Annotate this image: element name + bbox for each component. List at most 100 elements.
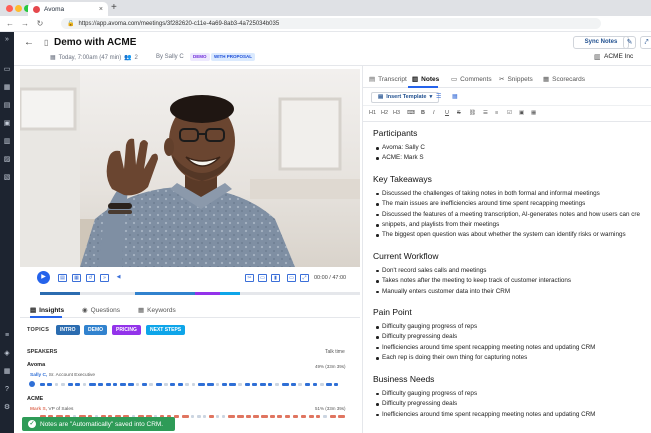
speed-icon[interactable]: » bbox=[100, 274, 109, 282]
back-nav-icon[interactable]: ← bbox=[6, 19, 14, 28]
back-arrow-icon[interactable]: ← bbox=[24, 37, 34, 48]
new-tab-icon[interactable]: + bbox=[111, 2, 117, 14]
with-proposal-badge[interactable]: WITH PROPOSAL bbox=[211, 53, 255, 61]
note-list-icon[interactable]: ☰ bbox=[436, 93, 441, 100]
close-tab-icon[interactable]: × bbox=[99, 6, 103, 13]
company-name[interactable]: ACME Inc bbox=[604, 53, 633, 60]
inbox-icon[interactable]: ▣ bbox=[3, 120, 11, 128]
browser-tab-bar: Avoma × + bbox=[0, 0, 651, 16]
notes-icon[interactable]: ▤ bbox=[3, 102, 11, 110]
notes-bullet-item: Discussed the challenges of taking notes… bbox=[373, 189, 651, 199]
notes-section-heading: Key Takeaways bbox=[373, 173, 432, 184]
talk-segment bbox=[228, 415, 235, 418]
bullet-list-icon[interactable]: ☰ bbox=[483, 110, 488, 116]
talk-segment bbox=[301, 415, 306, 418]
speaker-acme-role: VP of Sales bbox=[48, 407, 74, 412]
settings-gear-icon[interactable]: ⚙ bbox=[3, 404, 11, 412]
fullscreen-icon[interactable]: ⤢ bbox=[300, 274, 309, 282]
help-icon[interactable]: ? bbox=[3, 386, 11, 394]
play-icon[interactable]: ▶ bbox=[37, 271, 50, 284]
talk-segment bbox=[229, 383, 236, 386]
talk-segment bbox=[313, 383, 317, 386]
forward-nav-icon[interactable]: → bbox=[21, 19, 29, 28]
close-window-button[interactable] bbox=[6, 5, 13, 12]
share-link-icon[interactable]: ⤤ bbox=[640, 36, 651, 49]
talk-segment bbox=[203, 415, 206, 418]
speaker-acme[interactable]: Mark S, VP of Sales bbox=[30, 407, 73, 412]
tab-snippets-label: Snippets bbox=[507, 75, 533, 83]
meetings-icon[interactable]: ▭ bbox=[3, 66, 11, 74]
analytics-icon[interactable]: ▧ bbox=[3, 174, 11, 182]
format-h2-button[interactable]: H2 bbox=[381, 110, 388, 116]
url-field[interactable]: 🔒 https://app.avoma.com/meetings/3f28262… bbox=[61, 18, 601, 29]
tab-keywords[interactable]: ▦ Keywords bbox=[138, 306, 176, 315]
speakers-label: SPEAKERS bbox=[27, 349, 58, 355]
topic-demo[interactable]: DEMO bbox=[84, 325, 107, 335]
menu-icon[interactable]: ≡ bbox=[3, 332, 11, 340]
format-italic-button[interactable]: I bbox=[433, 110, 435, 116]
tab-scorecards[interactable]: ▦ Scorecards bbox=[543, 75, 585, 84]
attendee-count[interactable]: 👥 2 bbox=[124, 54, 138, 62]
table-icon[interactable]: ▦ bbox=[531, 110, 536, 116]
tab-transcript[interactable]: ▤ Transcript bbox=[369, 75, 407, 84]
calendar-icon[interactable]: ▦ bbox=[3, 84, 11, 92]
insights-icon[interactable]: ▨ bbox=[3, 156, 11, 164]
speaker-avoma[interactable]: Sally C, Sr. Account Executive bbox=[30, 373, 95, 378]
format-h1-button[interactable]: H1 bbox=[369, 110, 376, 116]
tab-notes[interactable]: ▥ Notes bbox=[412, 75, 439, 84]
format-h3-button[interactable]: H3 bbox=[393, 110, 400, 116]
topic-pricing[interactable]: PRICING bbox=[112, 325, 141, 335]
note-grid-icon[interactable]: ▦ bbox=[452, 93, 458, 100]
tab-comments[interactable]: ▭ Comments bbox=[451, 75, 492, 84]
talk-segment bbox=[197, 415, 201, 418]
numbered-list-icon[interactable]: ≡ bbox=[495, 110, 498, 116]
demo-badge[interactable]: DEMO bbox=[190, 53, 210, 61]
talk-segment bbox=[142, 383, 147, 386]
notes-editor[interactable]: Participants Avoma: Sally C ACME: Mark S Ke… bbox=[373, 128, 651, 433]
layout-icon[interactable]: ▦ bbox=[72, 274, 81, 282]
format-strike-button[interactable]: S bbox=[457, 110, 461, 116]
link-icon[interactable]: ⛓ bbox=[469, 110, 476, 116]
topic-next-steps[interactable]: NEXT STEPS bbox=[146, 325, 186, 335]
talk-segment bbox=[326, 383, 332, 386]
volume-icon[interactable]: ◀ bbox=[114, 274, 123, 282]
toast-message: Notes are "Automatically" saved into CRM… bbox=[40, 420, 164, 428]
library-icon[interactable]: ▥ bbox=[3, 138, 11, 146]
people-icon: 👥 bbox=[124, 55, 132, 61]
gift-icon[interactable]: ◈ bbox=[3, 350, 11, 358]
clip-icon[interactable]: ✂ bbox=[245, 274, 254, 282]
checklist-icon[interactable]: ☑ bbox=[507, 110, 512, 116]
talk-segment bbox=[191, 415, 194, 418]
rewind-icon[interactable]: ↺ bbox=[86, 274, 95, 282]
meeting-date: ▦ Today, 7:00am (47 min) bbox=[50, 54, 121, 62]
notes-section-heading: Current Workflow bbox=[373, 250, 439, 261]
video-player[interactable] bbox=[20, 69, 360, 267]
pip-icon[interactable]: ▭ bbox=[287, 274, 296, 282]
insert-template-button[interactable]: ▤ Insert Template ▾ bbox=[371, 92, 440, 103]
edit-icon[interactable]: ✎ bbox=[623, 36, 636, 49]
minimize-window-button[interactable] bbox=[15, 5, 22, 12]
format-bold-button[interactable]: B bbox=[421, 110, 425, 116]
reload-icon[interactable]: ↻ bbox=[36, 19, 44, 28]
expand-sidebar-icon[interactable]: » bbox=[3, 36, 11, 44]
notes-section-heading: Business Needs bbox=[373, 373, 435, 384]
captions-icon[interactable]: ▤ bbox=[58, 274, 67, 282]
speaker-avoma-timeline[interactable] bbox=[40, 383, 350, 386]
bookmark-icon[interactable]: ▮ bbox=[271, 274, 280, 282]
playback-timeline[interactable] bbox=[40, 292, 360, 295]
talk-segment bbox=[164, 383, 168, 386]
code-icon[interactable]: ⌨ bbox=[407, 110, 415, 116]
sync-notes-button[interactable]: Sync Notes bbox=[573, 36, 629, 49]
tab-snippets[interactable]: ✂ Snippets bbox=[499, 75, 533, 84]
talk-segment bbox=[83, 383, 86, 386]
scorecards-icon: ▦ bbox=[543, 76, 550, 83]
topic-intro[interactable]: INTRO bbox=[56, 325, 80, 335]
format-underline-button[interactable]: U bbox=[445, 110, 449, 116]
talk-segment bbox=[261, 415, 268, 418]
browser-tab-avoma[interactable]: Avoma × bbox=[28, 2, 108, 16]
image-icon[interactable]: ▣ bbox=[519, 110, 524, 116]
comment-icon[interactable]: ▭ bbox=[258, 274, 267, 282]
apps-icon[interactable]: ▦ bbox=[3, 368, 11, 376]
tab-questions[interactable]: ◉ Questions bbox=[82, 306, 120, 315]
tab-insights[interactable]: ▤ Insights bbox=[30, 306, 64, 315]
